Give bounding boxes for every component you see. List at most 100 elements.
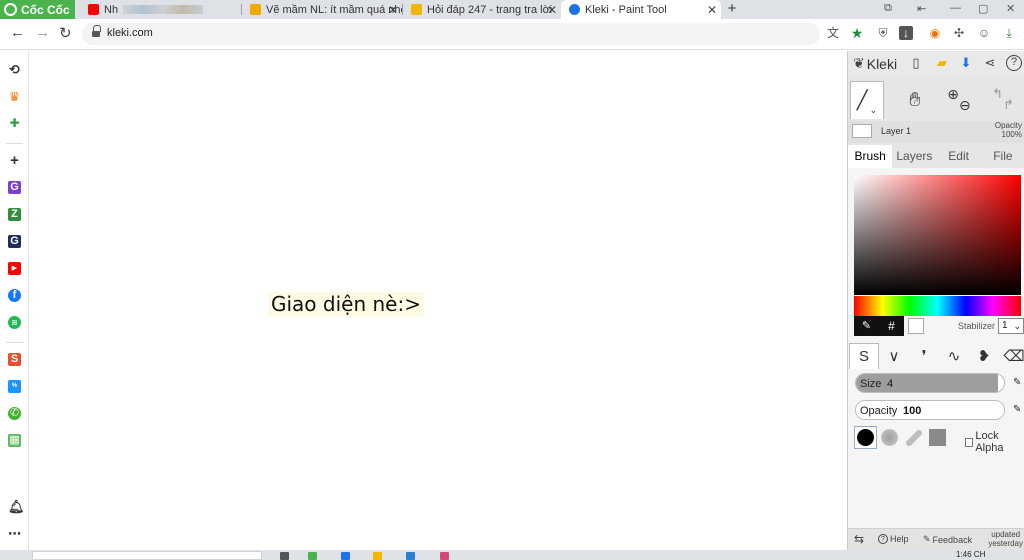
swap-icon[interactable]: ⇆ <box>854 532 864 546</box>
gamepad-icon[interactable]: ✚ <box>8 117 21 130</box>
zoom-button[interactable]: ⊕ ⊖ <box>942 81 976 119</box>
tab-youtube[interactable]: Nh <box>80 0 240 19</box>
explorer-taskbar-icon[interactable] <box>373 552 382 560</box>
back-icon[interactable]: ← <box>10 24 25 41</box>
spotify-icon[interactable]: ≋ <box>8 316 21 329</box>
tab-kleki[interactable]: Kleki - Paint Tool ✕ <box>561 0 721 19</box>
notification-bell-icon[interactable]: 🔔︎ <box>8 500 25 513</box>
coccoc-menu-button[interactable]: Cốc Cốc <box>0 0 75 19</box>
facebook-icon[interactable]: f <box>8 289 21 302</box>
tab-brush[interactable]: Brush <box>848 145 893 168</box>
tiki-sale-icon[interactable]: % <box>8 380 21 393</box>
close-window-icon[interactable]: ✕ <box>1006 2 1015 15</box>
share-icon[interactable]: ⋖ <box>982 55 998 71</box>
close-tab-icon[interactable]: ✕ <box>707 3 717 17</box>
tab-search-icon[interactable]: ⧉ <box>884 2 892 15</box>
soft-brush-shape[interactable] <box>878 426 901 449</box>
extension-badge-icon[interactable]: ⛨ <box>876 26 890 40</box>
coccoc-extension-icon[interactable]: ◉ <box>928 26 942 40</box>
minimize-icon[interactable]: — <box>950 2 961 14</box>
lock-icon <box>92 25 101 38</box>
youtube-icon[interactable]: ▶ <box>8 262 21 275</box>
grammarly-g-icon[interactable]: G <box>8 181 21 194</box>
tab-file[interactable]: File <box>981 145 1024 168</box>
tab-layers[interactable]: Layers <box>892 145 936 168</box>
zalo-z-icon[interactable]: Z <box>8 208 21 221</box>
opacity-value: 100 <box>903 405 922 417</box>
store-taskbar-icon[interactable] <box>406 552 415 560</box>
saturation-value-picker[interactable] <box>854 175 1021 295</box>
address-bar[interactable]: kleki.com <box>82 23 820 45</box>
coccoc-taskbar-icon[interactable] <box>308 552 317 560</box>
eyedropper-icon[interactable]: ✎ <box>854 316 879 336</box>
puzzle-icon[interactable]: ✣ <box>952 26 966 40</box>
line-brush-shape[interactable] <box>902 426 925 449</box>
pen-brush-icon[interactable]: S <box>849 343 879 369</box>
save-download-icon[interactable]: ⤓ <box>1002 26 1016 40</box>
close-tab-icon[interactable]: ✕ <box>388 3 398 17</box>
lock-alpha-toggle[interactable]: Lock Alpha <box>965 430 1024 454</box>
task-view-icon[interactable] <box>280 552 289 560</box>
close-tab-icon[interactable]: ✕ <box>547 3 557 17</box>
save-download-icon[interactable]: ⬇ <box>958 55 974 71</box>
lock-alpha-checkbox[interactable] <box>965 437 974 447</box>
tab-edit[interactable]: Edit <box>937 145 981 168</box>
collapse-icon[interactable]: ⇤ <box>917 2 926 15</box>
brush-tool-button[interactable]: ╱ ⌄ <box>850 81 884 119</box>
chat-icon[interactable]: ✆ <box>8 407 21 420</box>
translate-icon[interactable]: 文 <box>826 26 840 40</box>
taskbar-search-box[interactable] <box>32 551 262 560</box>
forward-icon[interactable]: → <box>35 24 50 41</box>
undo-icon[interactable]: ↰ <box>992 86 1003 102</box>
url-text[interactable]: kleki.com <box>107 27 153 39</box>
round-brush-shape[interactable] <box>854 426 877 449</box>
hoidap247-icon <box>411 4 422 15</box>
chemy-brush-icon[interactable]: ❥ <box>969 343 999 369</box>
current-layer-row[interactable]: Layer 1 Opacity 100% <box>848 121 1024 143</box>
spreadsheet-icon[interactable]: ▦ <box>8 434 21 447</box>
blend-brush-icon[interactable]: ∨ <box>879 343 909 369</box>
eraser-icon[interactable]: ⌫ <box>999 343 1024 369</box>
crown-icon[interactable]: ♛ <box>8 90 21 103</box>
undo-redo-button[interactable]: ↰ ↱ <box>986 81 1020 119</box>
redo-icon[interactable]: ↱ <box>1003 97 1014 113</box>
edge-taskbar-icon[interactable] <box>341 552 350 560</box>
bookmark-star-icon[interactable]: ★ <box>850 26 864 40</box>
pen-pressure-icon[interactable]: ✎ <box>1013 377 1021 388</box>
square-brush-shape[interactable] <box>926 426 949 449</box>
shopee-icon[interactable]: S <box>8 353 21 366</box>
hue-slider[interactable] <box>854 296 1021 316</box>
updated-note[interactable]: updated yesterday <box>988 530 1023 548</box>
feedback-button[interactable]: ✎ Feedback <box>923 534 972 545</box>
download-icon[interactable]: ↓ <box>899 26 913 40</box>
sketchy-brush-icon[interactable]: ❜ <box>909 343 939 369</box>
pen-pressure-opacity-icon[interactable]: ✎ <box>1013 404 1021 415</box>
new-tab-button[interactable]: + <box>725 0 739 19</box>
size-slider[interactable]: Size 4 <box>855 373 1005 393</box>
add-icon[interactable]: + <box>8 153 21 168</box>
opacity-slider[interactable]: Opacity 100 <box>855 400 1005 420</box>
secondary-color-swatch[interactable] <box>908 318 924 334</box>
zoom-in-icon[interactable]: ⊕ <box>947 86 959 103</box>
drawing-canvas[interactable] <box>30 51 847 550</box>
reload-icon[interactable]: ↻ <box>59 24 72 42</box>
hand-tool-button[interactable]: ✋︎ <box>898 81 932 119</box>
g-news-icon[interactable]: G <box>8 235 21 248</box>
app-taskbar-icon[interactable] <box>440 552 449 560</box>
pixel-brush-icon[interactable]: ∿ <box>939 343 969 369</box>
zoom-out-icon[interactable]: ⊖ <box>959 97 971 114</box>
hex-input-button[interactable]: # <box>879 316 904 336</box>
tab-vemam[interactable]: Vẽ mầm NL: ít mầm quá nhé ✕ <box>242 0 402 19</box>
new-image-icon[interactable]: ▯ <box>908 55 924 71</box>
brand-label: Cốc Cốc <box>21 2 70 17</box>
more-options-icon[interactable]: ⋯ <box>8 527 21 540</box>
history-icon[interactable]: ⟲ <box>8 63 21 76</box>
maximize-icon[interactable]: ▢ <box>978 2 988 15</box>
help-icon[interactable]: ? <box>1006 55 1022 71</box>
stabilizer-select[interactable]: 1 ⌄ <box>998 318 1024 334</box>
profile-icon[interactable]: ☺ <box>977 26 991 40</box>
help-button[interactable]: ? Help <box>878 534 909 544</box>
tab-hoidap247[interactable]: Hỏi đáp 247 - trang tra lời ✕ <box>403 0 561 19</box>
chevron-down-icon: ⌄ <box>869 105 878 115</box>
open-folder-icon[interactable]: ▰ <box>934 55 950 71</box>
